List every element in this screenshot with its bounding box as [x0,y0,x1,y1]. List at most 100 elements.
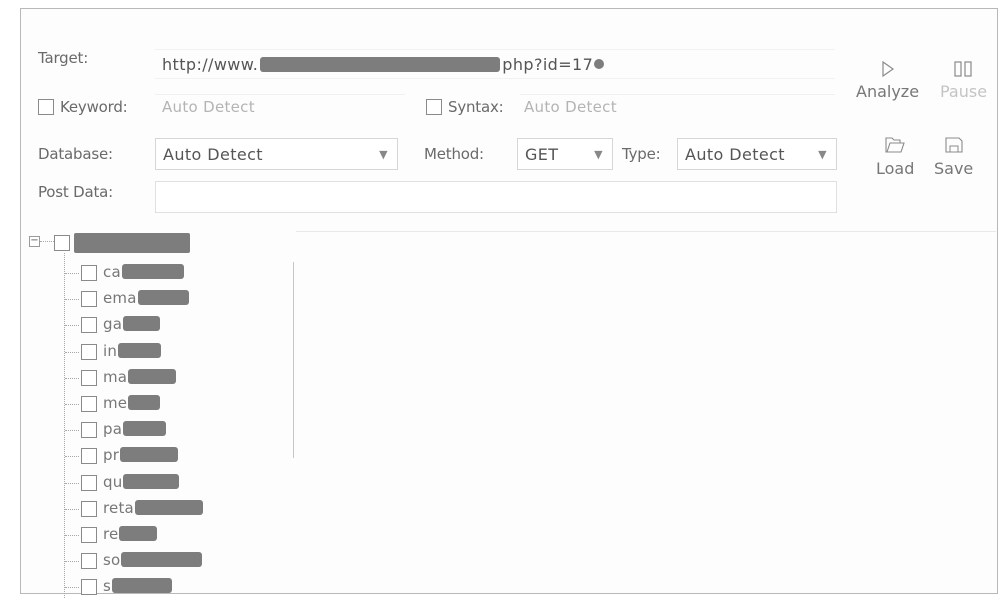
tree-item-checkbox[interactable] [81,344,97,360]
post-data-label: Post Data: [38,183,114,201]
save-button[interactable]: Save [934,135,973,178]
load-button[interactable]: Load [876,135,914,178]
tree-item-redaction [118,342,162,358]
tree-connector [65,483,79,484]
method-select-value: GET [525,144,559,164]
tree-connector [65,456,79,457]
tree-item-redaction [123,420,167,436]
tree-item-redaction [121,263,184,279]
tree-item-label: reta [103,499,203,517]
keyword-input[interactable]: Auto Detect [162,98,255,116]
tree-item-checkbox[interactable] [81,396,97,412]
tree-connector [65,404,79,405]
target-label: Target: [38,49,89,67]
tree-item-checkbox[interactable] [81,475,97,491]
tree-connector [65,430,79,431]
tree-item-text: pr [103,446,120,464]
tree-item-checkbox[interactable] [81,579,97,595]
keyword-checkbox[interactable] [38,99,54,115]
type-label: Type: [622,145,661,163]
tree-connector [65,535,79,536]
tree-item-checkbox[interactable] [81,448,97,464]
tree-item-text: ema [103,289,137,307]
tree-item-text: ma [103,368,128,386]
tree-item-redaction [123,315,161,331]
target-url-prefix: http://www. [162,54,259,74]
syntax-input[interactable]: Auto Detect [524,98,617,116]
tree-connector [65,378,79,379]
tree-item-text: s [103,577,112,595]
keyword-field-border [155,94,405,95]
tree-item-checkbox[interactable] [81,291,97,307]
tree-item-redaction [137,289,189,305]
target-url-suffix: php?id=17 [502,54,594,74]
tree-item-label: re [103,525,158,543]
tree-connector [65,509,79,510]
target-url-input[interactable]: http://www. php?id=17 [155,49,835,79]
tree-connector [65,561,79,562]
pause-label: Pause [940,82,988,101]
pause-icon [953,61,972,77]
tree-item-label: me [103,394,161,412]
database-select-value: Auto Detect [163,144,263,164]
tree-connector [65,352,79,353]
type-select-value: Auto Detect [685,144,785,164]
tree-item-checkbox[interactable] [81,422,97,438]
tree-connector [65,273,79,274]
tree-item-checkbox[interactable] [81,265,97,281]
tree-item-text: in [103,342,118,360]
tree-item-text: pa [103,420,123,438]
tree-branch-line [64,253,65,598]
load-label: Load [876,159,915,178]
play-icon [881,60,894,78]
tree-collapse-icon[interactable]: − [29,236,40,247]
tree-root-checkbox[interactable] [54,235,70,251]
tree-item-text: reta [103,499,134,517]
tree-splitter[interactable] [293,262,294,458]
tree-item-label: pa [103,420,167,438]
tree-connector [65,325,79,326]
tree-item-label: ga [103,315,161,333]
redacted-domain [260,56,501,72]
tree-item-checkbox[interactable] [81,553,97,569]
syntax-field-border [520,94,835,95]
tree-item-checkbox[interactable] [81,370,97,386]
tree-item-redaction [121,551,203,567]
database-label: Database: [38,145,113,163]
chevron-down-icon: ▼ [594,147,603,161]
tree-item-text: me [103,394,128,412]
tree-item-checkbox[interactable] [81,527,97,543]
syntax-checkbox[interactable] [426,99,442,115]
tree-root-connector [40,241,54,242]
tree-connector [65,299,79,300]
post-data-input[interactable] [155,181,837,213]
tree-connector [65,587,79,588]
tree-item-label: ema [103,289,189,307]
panel-divider [296,231,996,232]
tree-item-text: ca [103,263,121,281]
syntax-label: Syntax: [448,98,504,116]
tree-root-label-redacted[interactable] [74,233,190,253]
tree-item-label: in [103,342,162,360]
chevron-down-icon: ▼ [818,147,827,161]
save-label: Save [934,159,974,178]
method-select[interactable]: GET ▼ [517,138,613,170]
tree-item-label: pr [103,446,179,464]
database-select[interactable]: Auto Detect ▼ [155,138,398,170]
tree-item-text: re [103,525,119,543]
tree-item-label: qu [103,473,180,491]
tree-item-checkbox[interactable] [81,317,97,333]
tree-item-redaction [134,499,203,515]
keyword-label: Keyword: [60,98,128,116]
tree-item-redaction [128,394,161,410]
tree-item-text: so [103,551,121,569]
tree-item-checkbox[interactable] [81,501,97,517]
redacted-digit [594,59,605,69]
tree-item-label: ca [103,263,184,281]
tree-item-redaction [120,446,179,462]
analyze-button[interactable]: Analyze [856,60,919,101]
tree-item-redaction [128,368,177,384]
type-select[interactable]: Auto Detect ▼ [677,138,837,170]
pause-button[interactable]: Pause [940,60,987,101]
analyze-label: Analyze [856,82,920,101]
